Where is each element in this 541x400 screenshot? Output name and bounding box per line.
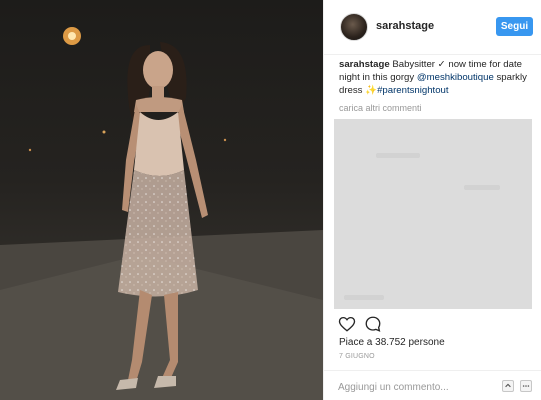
ghost-line	[344, 295, 384, 300]
dress-bodice	[134, 112, 184, 176]
add-comment-bar	[324, 370, 541, 400]
post-side-panel: sarahstage Segui sarahstage Babysitter ✓…	[323, 0, 541, 400]
comment-input[interactable]	[338, 380, 498, 394]
distant-light	[102, 130, 106, 134]
ghost-line	[376, 153, 420, 158]
distant-light	[223, 138, 227, 142]
likes-count[interactable]: Piace a 38.752 persone	[339, 337, 445, 348]
caption-username[interactable]: sarahstage	[339, 59, 390, 70]
heart-icon[interactable]	[338, 315, 356, 333]
post-date: 7 GIUGNO	[339, 353, 375, 360]
face	[143, 51, 173, 89]
comments-placeholder-area	[334, 119, 532, 309]
load-more-comments-link[interactable]: carica altri commenti	[339, 103, 422, 113]
post-photo[interactable]	[0, 0, 323, 400]
distant-light	[28, 148, 32, 152]
post-header: sarahstage Segui	[324, 0, 541, 55]
ghost-line	[464, 185, 500, 190]
post-username[interactable]: sarahstage	[376, 20, 434, 32]
caption-mention[interactable]: @meshkiboutique	[417, 72, 494, 83]
caption-hashtag[interactable]: #parentsnightout	[377, 85, 448, 96]
chevron-up-icon[interactable]	[502, 380, 514, 392]
comment-icon[interactable]	[364, 315, 382, 333]
avatar[interactable]	[340, 13, 368, 41]
street-lamp	[68, 32, 76, 40]
post-caption: sarahstage Babysitter ✓ now time for dat…	[339, 58, 535, 97]
post-actions	[338, 315, 438, 335]
ellipsis-icon[interactable]	[520, 380, 532, 392]
follow-button[interactable]: Segui	[496, 17, 533, 36]
photo-illustration	[0, 27, 323, 400]
shoulders	[134, 97, 184, 112]
